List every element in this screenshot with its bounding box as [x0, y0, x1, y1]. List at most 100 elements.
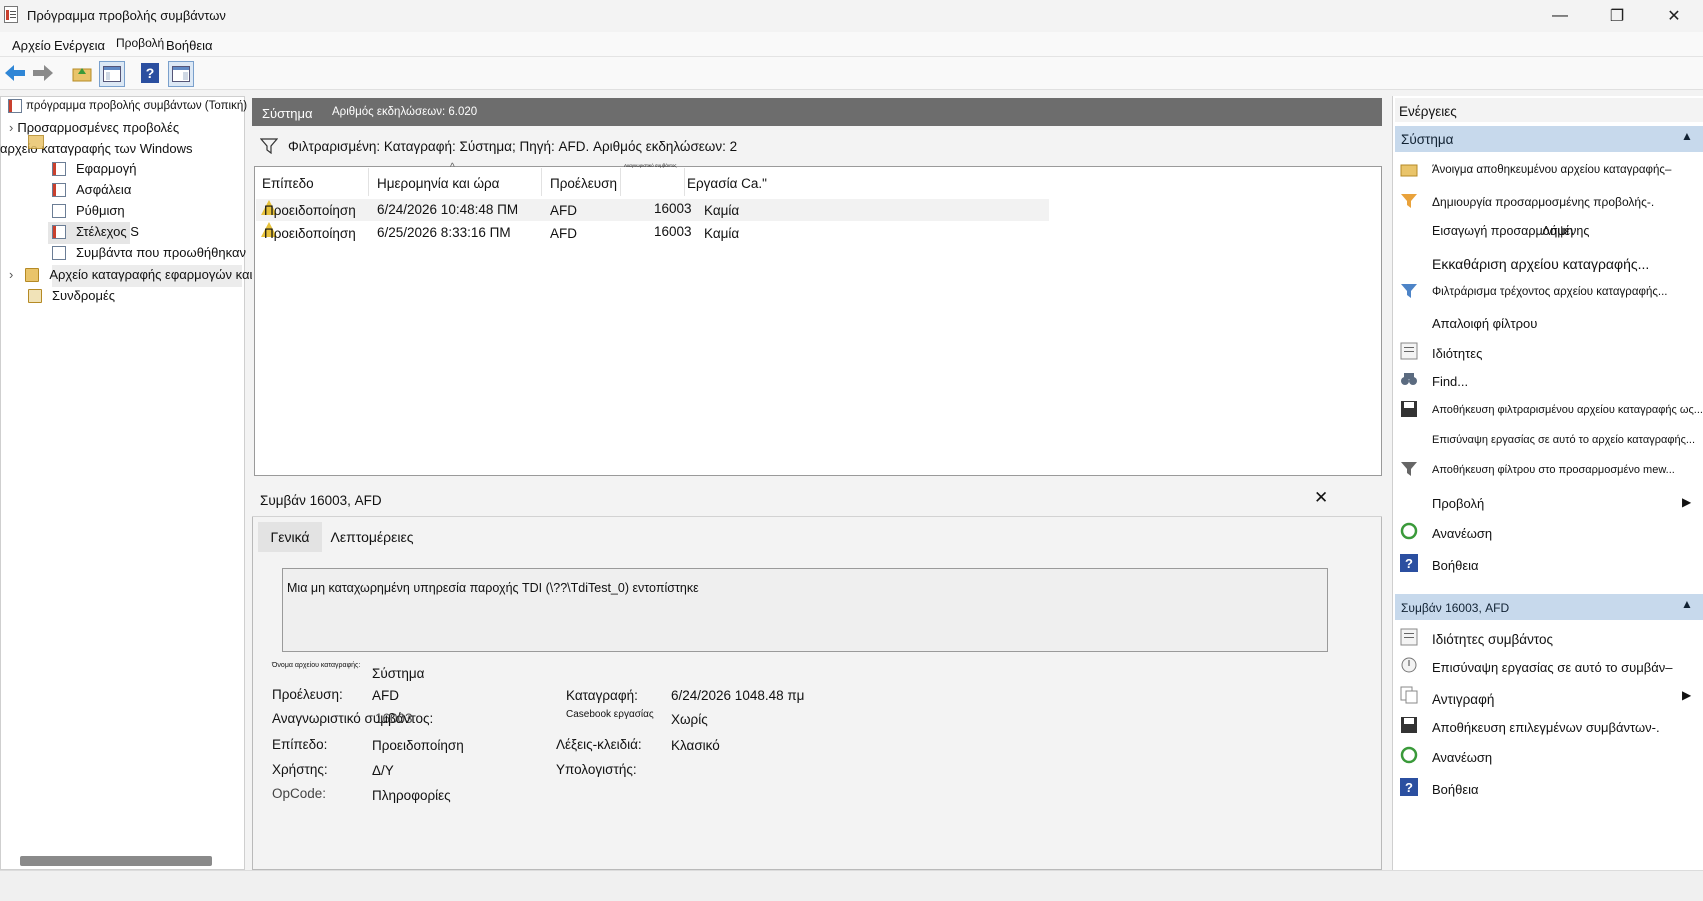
tree-subscriptions-label: Συνδρομές	[52, 288, 116, 303]
tree-custom-views-label: Προσαρμοσμένες προβολές	[17, 120, 180, 135]
logged-value: 6/24/2026 1048.48 πμ	[671, 688, 805, 703]
event-description: Μια μη καταχωρημένη υπηρεσία παροχής TDI…	[287, 581, 699, 595]
tab-general[interactable]: Γενικά	[258, 522, 322, 552]
action-clear-filter[interactable]: Απαλοιφή φίλτρου	[1432, 316, 1537, 331]
level-value: Προειδοποίηση	[372, 738, 464, 753]
tree-setup[interactable]: Ρύθμιση	[52, 203, 125, 218]
back-button[interactable]	[3, 61, 27, 85]
event-description-box[interactable]: Μια μη καταχωρημένη υπηρεσία παροχής TDI…	[282, 568, 1328, 652]
row-datetime: 6/24/2026 10:48:48 ΠΜ	[377, 202, 519, 217]
tree-root-event-viewer[interactable]: πρόγραμμα προβολής συμβάντων (Τοπική)	[8, 99, 247, 113]
log-header: Σύστημα Αριθμός εκδηλώσεων: 6.020	[252, 98, 1382, 126]
window-title: Πρόγραμμα προβολής συμβάντων	[27, 8, 226, 23]
action-refresh[interactable]: Ανανέωση	[1432, 526, 1492, 541]
action-clear-log[interactable]: Εκκαθάριση αρχείου καταγραφής...	[1432, 256, 1649, 272]
tab-details[interactable]: Λεπτομέρειες	[322, 522, 422, 552]
action-filter-current-log[interactable]: Φιλτράρισμα τρέχοντος αρχείου καταγραφής…	[1432, 286, 1667, 298]
tree-forwarded-events[interactable]: Συμβάντα που προωθήθηκαν	[52, 245, 246, 260]
action-save-filter-custom-view[interactable]: Αποθήκευση φίλτρου στο προσαρμοσμένο mew…	[1432, 464, 1675, 476]
column-source[interactable]: Προέλευση	[550, 176, 617, 191]
tree-horizontal-scrollbar[interactable]	[20, 856, 212, 866]
section-event[interactable]: Συμβάν 16003, AFD ▲	[1395, 594, 1703, 620]
tree-security[interactable]: Ασφάλεια	[52, 182, 131, 197]
close-window-button[interactable]: ✕	[1651, 0, 1697, 32]
submenu-arrow-icon: ▶	[1682, 495, 1692, 509]
action-attach-task-to-event[interactable]: Επισύναψη εργασίας σε αυτό το συμβάν–	[1432, 660, 1672, 675]
back-arrow-icon	[5, 65, 25, 81]
action-find[interactable]: Find...	[1432, 374, 1468, 389]
title-bar	[0, 0, 1703, 32]
filter-icon	[1401, 284, 1417, 298]
help-icon: ?	[141, 63, 159, 83]
event-count: Αριθμός εκδηλώσεων: 6.020	[332, 106, 478, 118]
find-binoculars-icon	[1401, 373, 1417, 385]
toolbar	[0, 57, 1703, 90]
filter-bar: Φιλτραρισμένη: Καταγραφή: Σύστημα; Πηγή:…	[252, 130, 1382, 164]
tree-system[interactable]: Στέλεχος S	[52, 224, 139, 239]
action-save-filtered-log[interactable]: Αποθήκευση φιλτραρισμένου αρχείου καταγρ…	[1432, 404, 1703, 416]
table-row[interactable]	[256, 221, 1049, 243]
show-hide-console-tree-button[interactable]	[99, 61, 125, 87]
sort-ascending-icon: ^	[450, 162, 455, 173]
action-create-custom-view[interactable]: Δημιουργία προσαρμοσμένης προβολής-.	[1432, 195, 1654, 209]
up-folder-button[interactable]	[70, 61, 94, 85]
action-attach-task-to-log[interactable]: Επισύναψη εργασίας σε αυτό το αρχείο κατ…	[1432, 434, 1695, 446]
help-icon: ?	[1400, 778, 1418, 796]
column-divider	[541, 168, 542, 196]
actions-header: Ενέργειες	[1395, 98, 1703, 122]
column-event-id[interactable]: Αναγνωριστικό συμβάντος	[624, 163, 684, 168]
log-icon	[52, 203, 66, 218]
menu-action[interactable]: Ενέργεια	[54, 38, 105, 53]
restore-button[interactable]: ❐	[1594, 0, 1640, 32]
action-help-event[interactable]: Βοήθεια	[1432, 782, 1479, 797]
column-date-time[interactable]: Ημερομηνία και ώρα	[377, 176, 500, 191]
action-event-properties[interactable]: Ιδιότητες συμβάντος	[1432, 632, 1553, 647]
section-system[interactable]: Σύστημα ▲	[1395, 126, 1703, 152]
event-id-value: 16003	[375, 711, 413, 726]
row-source: AFD	[550, 203, 577, 218]
tree-subscriptions[interactable]: Συνδρομές	[28, 288, 115, 303]
section-event-title: Συμβάν 16003, AFD	[1401, 601, 1510, 615]
forward-button[interactable]	[31, 61, 55, 85]
row-level: Προειδοποίηση	[264, 203, 356, 218]
folder-icon	[25, 267, 40, 282]
column-divider	[368, 168, 369, 196]
tree-application[interactable]: Εφαρμογή	[52, 161, 136, 176]
action-copy[interactable]: Αντιγραφή	[1432, 692, 1494, 707]
user-value: Δ/Υ	[372, 763, 394, 778]
menu-file[interactable]: Αρχείο	[12, 38, 51, 53]
action-save-selected-events[interactable]: Αποθήκευση επιλεγμένων συμβάντων-.	[1432, 720, 1660, 735]
svg-text:?: ?	[1405, 780, 1413, 795]
collapse-up-icon: ▲	[1681, 597, 1693, 611]
action-refresh-event[interactable]: Ανανέωση	[1432, 750, 1492, 765]
action-properties[interactable]: Ιδιότητες	[1432, 346, 1482, 361]
keywords-value: Κλασικό	[671, 738, 720, 753]
action-open-saved-log[interactable]: Άνοιγμα αποθηκευμένου αρχείου καταγραφής…	[1432, 164, 1671, 176]
event-list-header: Επίπεδο ^ Ημερομηνία και ώρα Προέλευση Α…	[254, 162, 1382, 196]
open-folder-icon	[1400, 164, 1418, 177]
minimize-button[interactable]: —	[1537, 0, 1583, 32]
action-help[interactable]: Βοήθεια	[1432, 558, 1479, 573]
close-detail-icon[interactable]: ✕	[1314, 488, 1328, 508]
menu-help[interactable]: Βοήθεια	[166, 38, 213, 53]
computer-label: Υπολογιστής:	[556, 762, 637, 777]
column-divider	[684, 168, 685, 196]
column-level[interactable]: Επίπεδο	[262, 176, 314, 191]
tree-custom-views[interactable]: › Προσαρμοσμένες προβολές	[9, 120, 179, 135]
opcode-value: Πληροφορίες	[372, 788, 451, 803]
restore-icon: ❐	[1609, 8, 1625, 25]
menu-view[interactable]: Προβολή	[116, 36, 164, 50]
filter-description: Φιλτραρισμένη: Καταγραφή: Σύστημα; Πηγή:…	[288, 139, 738, 154]
row-event-id: 16003	[654, 201, 692, 216]
row-datetime: 6/25/2026 8:33:16 ΠΜ	[377, 225, 511, 240]
status-bar	[0, 870, 1703, 901]
event-viewer-app-icon	[4, 6, 18, 23]
help-toolbar-button[interactable]: ?	[138, 61, 162, 85]
table-row[interactable]	[256, 199, 1049, 221]
column-task-category[interactable]: Εργασία Ca."	[687, 176, 767, 191]
properties-icon	[1400, 342, 1418, 360]
action-view[interactable]: Προβολή	[1432, 496, 1484, 511]
opcode-label: OpCode:	[272, 786, 327, 801]
log-icon	[52, 182, 66, 197]
show-hide-action-pane-button[interactable]	[168, 61, 194, 87]
